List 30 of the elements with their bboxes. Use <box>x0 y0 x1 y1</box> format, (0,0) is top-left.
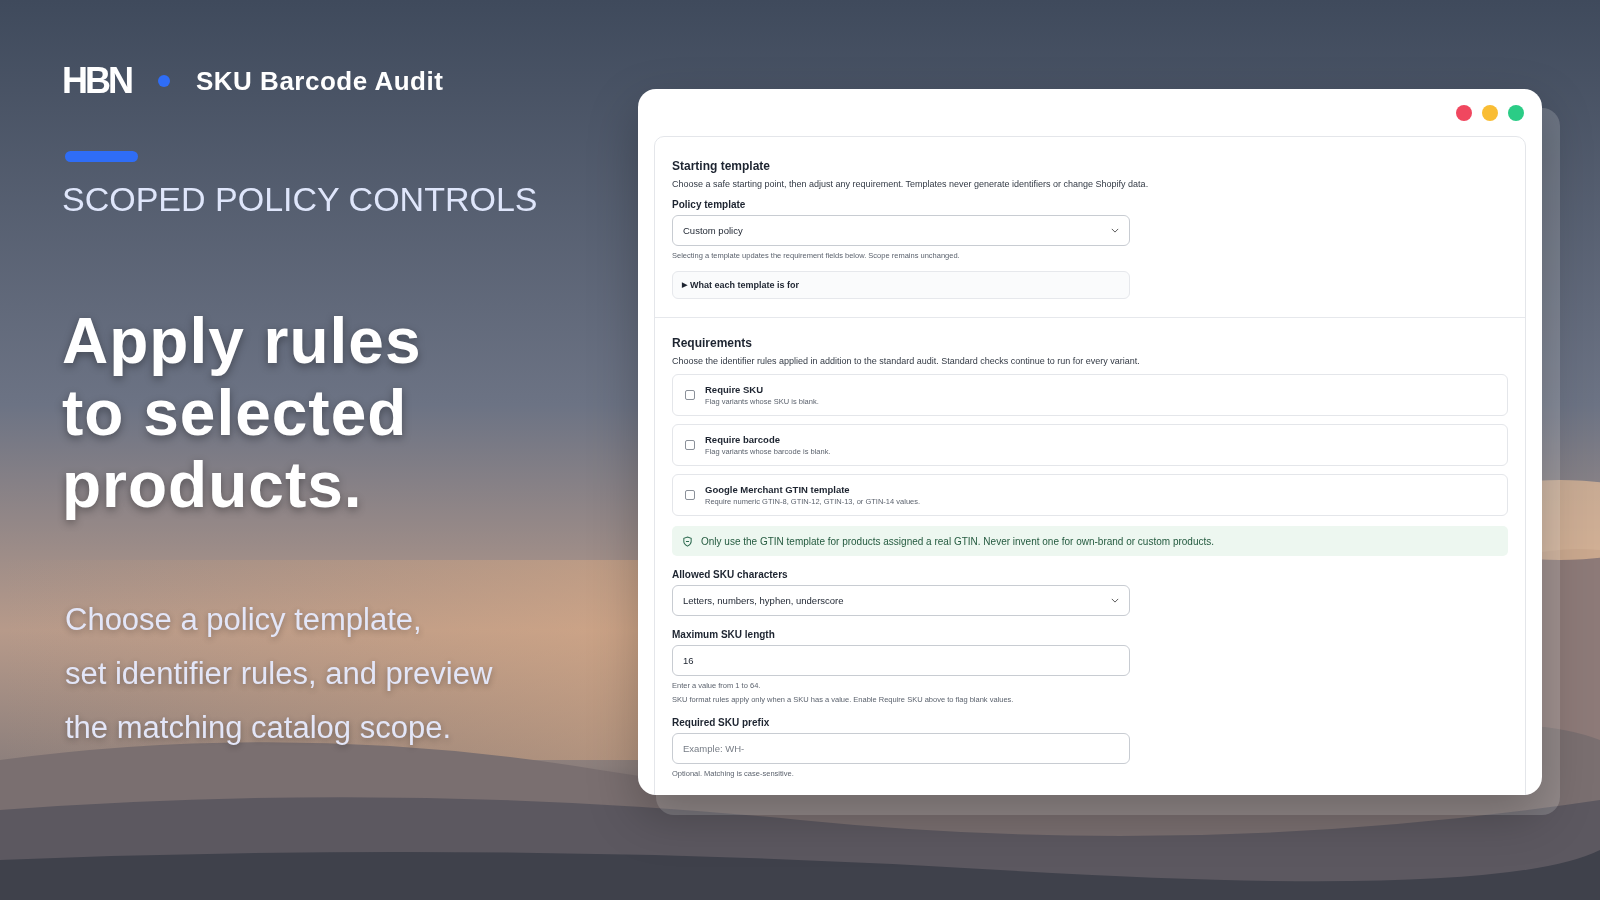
subtext: Choose a policy template, set identifier rules, and preview the matching catalog scope. <box>65 601 494 747</box>
field-label: Policy template <box>672 199 747 210</box>
input-field[interactable]: 16 <box>672 645 1130 676</box>
checkbox[interactable] <box>685 490 695 500</box>
close-icon[interactable] <box>1456 105 1472 121</box>
select-field[interactable]: Letters, numbers, hyphen, underscore <box>672 585 1130 616</box>
section-description: Choose the identifier rules applied in addition to the standard audit. Standard checks continue to run for every variant. <box>672 356 1141 366</box>
option-label: Require SKU <box>705 384 765 395</box>
field-label: Required SKU prefix <box>672 717 771 728</box>
section-title: Requirements <box>672 336 754 350</box>
maximize-icon[interactable] <box>1508 105 1524 121</box>
eyebrow: SCOPED POLICY CONTROLS <box>62 180 539 219</box>
checkbox[interactable] <box>685 390 695 400</box>
shield-icon <box>682 535 693 547</box>
option-label: Google Merchant GTIN template <box>705 484 851 495</box>
field-label: Maximum SKU length <box>672 629 776 640</box>
policy-template-select[interactable]: Custom policy <box>672 215 1130 246</box>
notice-text: Only use the GTIN template for products assigned a real GTIN. Never invent one for own-brand or custom products. <box>701 535 1214 547</box>
section-description: Choose a safe starting point, then adjust any requirement. Templates never generate identifiers or change Shopify data. <box>672 179 1150 189</box>
headline: Apply rules to selected products. <box>62 305 423 521</box>
section-title: Starting template <box>672 159 771 173</box>
input-field[interactable]: Example: WH- <box>672 733 1130 764</box>
checkbox[interactable] <box>685 440 695 450</box>
brand-logo: HBN <box>62 60 132 102</box>
minimize-icon[interactable] <box>1482 105 1498 121</box>
option-label: Require barcode <box>705 434 781 445</box>
field-label: Allowed SKU characters <box>672 569 789 580</box>
chevron-icon <box>1111 228 1119 233</box>
product-name: SKU Barcode Audit <box>196 65 444 97</box>
chevron-icon <box>1111 598 1119 603</box>
